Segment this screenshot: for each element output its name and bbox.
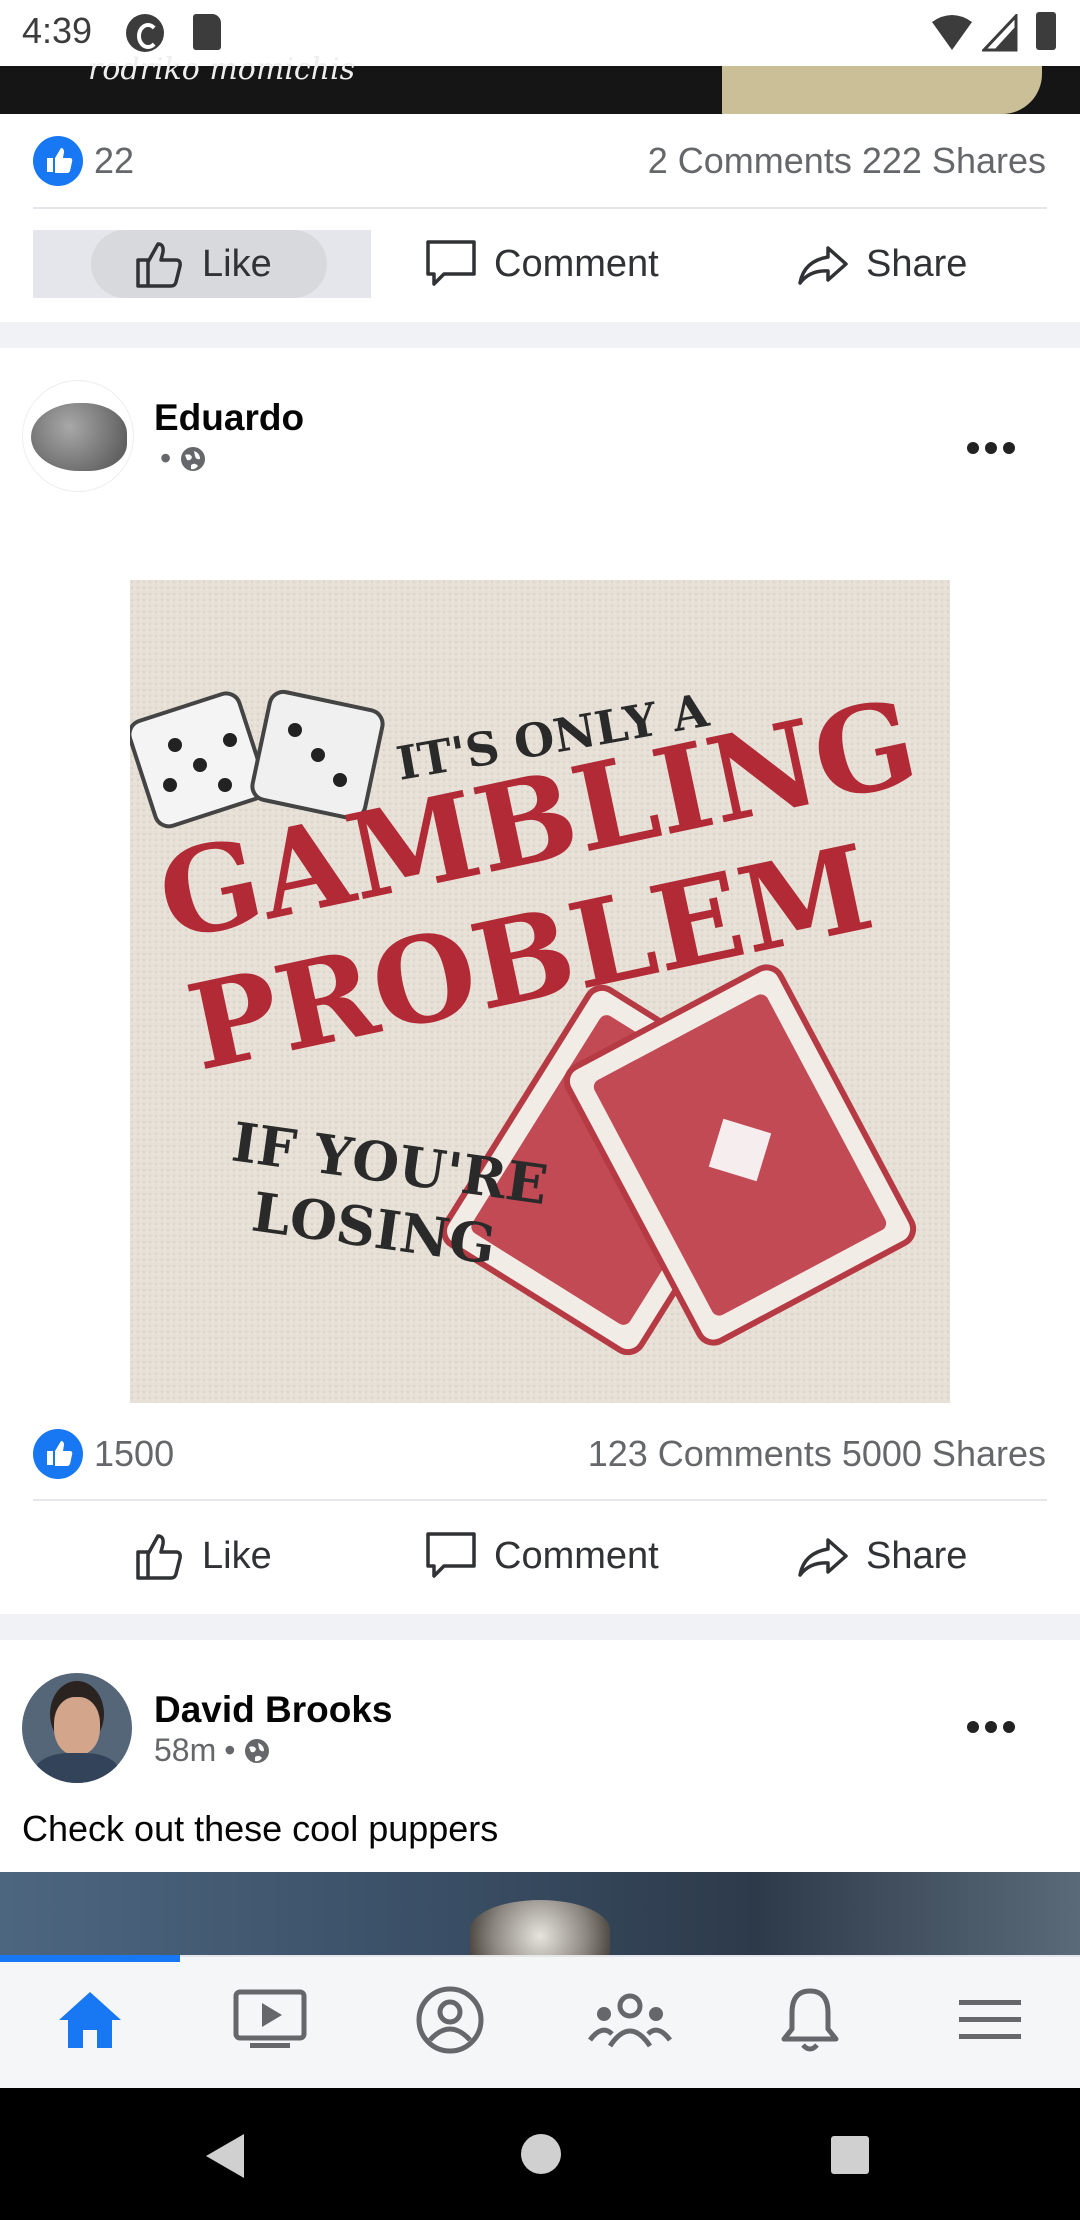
comment-label: Comment [494,242,659,285]
watch-icon [233,1989,307,2048]
profile-icon [416,1986,484,2054]
home-icon [59,1992,121,2048]
nav-watch-tab[interactable] [180,1975,360,2065]
active-tab-indicator [0,1955,180,1962]
previous-post-engagement-counts: 2 Comments 222 Shares [648,140,1046,182]
pocket-casts-icon [126,14,164,52]
sd-card-icon [193,14,221,50]
next-post-image[interactable] [0,1872,1080,1960]
like-reaction-icon [33,1429,83,1479]
feed-separator [0,1614,1080,1640]
next-post-more-options-button[interactable] [966,1720,1016,1739]
previous-post-like-button[interactable]: Like [132,236,272,292]
divider [33,207,1047,209]
system-navigation-bar [0,2088,1080,2220]
share-icon [798,246,848,285]
share-label: Share [866,1534,968,1577]
like-label: Like [202,1534,272,1577]
previous-post-image-caption: rodriko momichis [88,52,355,87]
wifi-icon [932,15,972,50]
previous-post-like-count[interactable]: 22 [94,140,134,182]
status-time: 4:39 [22,10,93,51]
nav-groups-tab[interactable] [540,1975,720,2065]
like-reaction-icon [33,136,83,186]
next-post-meta: 58m • [154,1732,271,1769]
post-engagement-counts: 123 Comments 5000 Shares [588,1433,1046,1475]
signal-icon [982,14,1018,52]
post-like-count[interactable]: 1500 [94,1433,174,1475]
comment-icon [426,1532,476,1578]
share-label: Share [866,242,968,285]
post-meta: • [160,440,207,477]
more-icon [967,1721,1015,1733]
previous-post-comment-button[interactable]: Comment [424,236,659,292]
like-label: Like [202,242,272,285]
comment-icon [426,240,476,286]
globe-icon [181,446,206,471]
post-like-button[interactable]: Like [132,1528,272,1584]
feed-separator [0,322,1080,348]
post-image[interactable]: IT'S ONLY A GAMBLING PROBLEM IF YOU'RE L… [130,580,950,1403]
nav-home-tab[interactable] [0,1975,180,2065]
home-circle-icon[interactable] [519,2132,563,2176]
post-author-name[interactable]: Eduardo [154,397,304,439]
notifications-icon [781,1988,839,2052]
groups-icon [588,1993,672,2048]
battery-icon [1036,12,1056,50]
nav-menu-tab[interactable] [900,1975,1080,2065]
meta-separator: • [224,1732,236,1768]
post-comment-button[interactable]: Comment [424,1528,659,1584]
comment-label: Comment [494,1534,659,1577]
menu-icon [959,2000,1021,2039]
post-share-button[interactable]: Share [796,1528,967,1584]
recents-icon[interactable] [829,2134,871,2176]
thumbs-up-icon [136,242,182,288]
post-comments-count[interactable]: 123 Comments [588,1433,832,1474]
previous-post-comments-count[interactable]: 2 Comments [648,140,852,181]
more-icon [967,442,1015,454]
globe-icon [245,1738,270,1763]
previous-post-shares-count[interactable]: 222 Shares [862,140,1046,181]
post-shares-count[interactable]: 5000 Shares [842,1433,1046,1474]
share-icon [798,1538,848,1577]
meta-separator: • [160,440,172,476]
previous-post-share-button[interactable]: Share [796,236,967,292]
next-post-text: Check out these cool puppers [22,1808,499,1849]
post-more-options-button[interactable] [966,408,1016,468]
back-icon[interactable] [204,2132,248,2180]
divider [33,1499,1047,1501]
avatar[interactable] [22,380,134,492]
next-post-author-name[interactable]: David Brooks [154,1689,393,1731]
thumbs-up-icon [136,1534,182,1580]
nav-profile-tab[interactable] [360,1975,540,2065]
avatar[interactable] [22,1673,132,1783]
post-timestamp[interactable]: 58m [154,1732,216,1769]
nav-notifications-tab[interactable] [720,1975,900,2065]
